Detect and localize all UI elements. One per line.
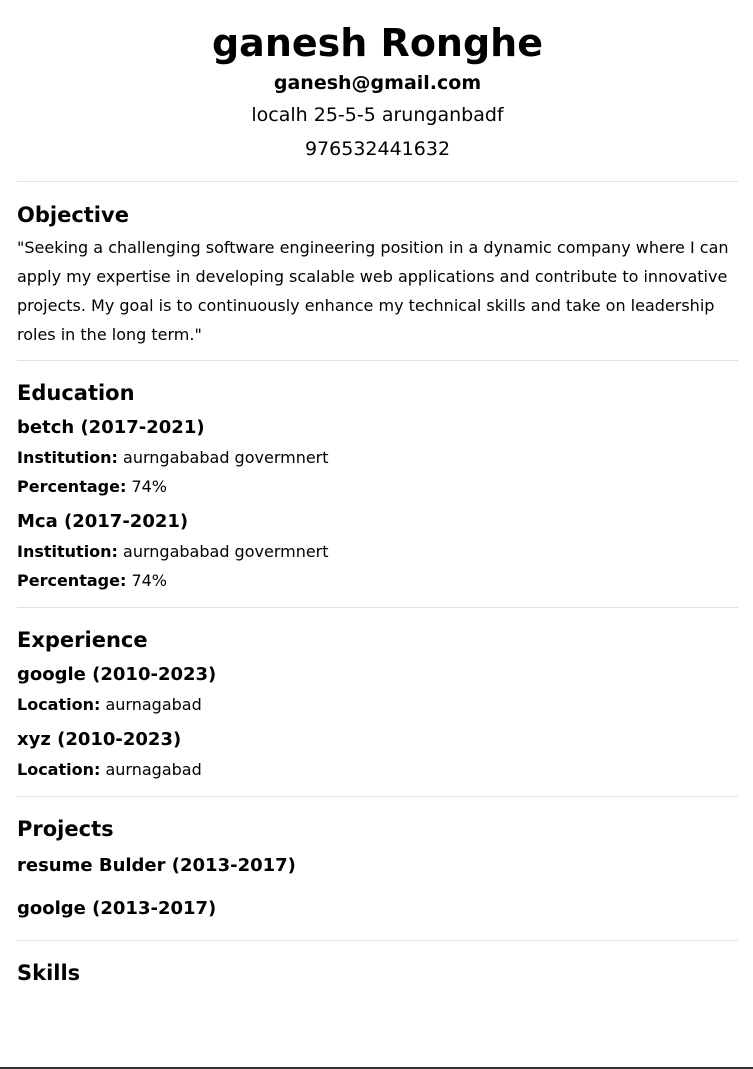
- skills-section: Skills: [17, 940, 738, 987]
- experience-entry: google (2010-2023) Location: aurnagabad: [17, 660, 738, 719]
- candidate-name: ganesh Ronghe: [211, 21, 543, 65]
- candidate-phone: 976532441632: [304, 138, 451, 160]
- education-title: Education: [17, 381, 135, 405]
- skills-title: Skills: [17, 961, 81, 985]
- education-institution: Institution: aurngababad govermnert: [17, 537, 738, 566]
- location-value: aurnagabad: [105, 695, 202, 714]
- education-entry-title: betch (2017-2021): [17, 417, 205, 438]
- resume-header: ganesh Ronghe ganesh@gmail.com localh 25…: [17, 0, 738, 166]
- institution-value: aurngababad govermnert: [123, 542, 329, 561]
- projects-title: Projects: [17, 817, 114, 841]
- project-entry-title: resume Bulder (2013-2017): [17, 855, 296, 876]
- education-percentage: Percentage: 74%: [17, 472, 738, 501]
- experience-location: Location: aurnagabad: [17, 690, 738, 719]
- objective-section: Objective "Seeking a challenging softwar…: [17, 181, 738, 360]
- project-entry: resume Bulder (2013-2017): [17, 849, 738, 883]
- projects-section: Projects resume Bulder (2013-2017) goolg…: [17, 796, 738, 940]
- education-entry: Mca (2017-2021) Institution: aurngababad…: [17, 507, 738, 595]
- experience-location: Location: aurnagabad: [17, 755, 738, 784]
- project-entry-title: goolge (2013-2017): [17, 898, 217, 919]
- experience-entry-title: xyz (2010-2023): [17, 729, 182, 750]
- percentage-label: Percentage:: [17, 571, 127, 590]
- institution-value: aurngababad govermnert: [123, 448, 329, 467]
- education-entry-title: Mca (2017-2021): [17, 511, 189, 532]
- location-label: Location:: [17, 695, 101, 714]
- location-value: aurnagabad: [105, 760, 202, 779]
- percentage-value: 74%: [131, 477, 167, 496]
- experience-entry-title: google (2010-2023): [17, 664, 217, 685]
- experience-section: Experience google (2010-2023) Location: …: [17, 607, 738, 796]
- experience-entry: xyz (2010-2023) Location: aurnagabad: [17, 725, 738, 784]
- education-percentage: Percentage: 74%: [17, 566, 738, 595]
- institution-label: Institution:: [17, 542, 118, 561]
- candidate-address: localh 25-5-5 arunganbadf: [251, 104, 504, 126]
- project-entry: goolge (2013-2017): [17, 892, 738, 926]
- objective-text: "Seeking a challenging software engineer…: [17, 238, 729, 344]
- education-section: Education betch (2017-2021) Institution:…: [17, 360, 738, 607]
- objective-title: Objective: [17, 203, 129, 227]
- education-entry: betch (2017-2021) Institution: aurngabab…: [17, 413, 738, 501]
- percentage-value: 74%: [131, 571, 167, 590]
- percentage-label: Percentage:: [17, 477, 127, 496]
- location-label: Location:: [17, 760, 101, 779]
- candidate-email: ganesh@gmail.com: [273, 72, 482, 94]
- resume-page: ganesh Ronghe ganesh@gmail.com localh 25…: [17, 0, 738, 987]
- education-institution: Institution: aurngababad govermnert: [17, 443, 738, 472]
- experience-title: Experience: [17, 628, 148, 652]
- institution-label: Institution:: [17, 448, 118, 467]
